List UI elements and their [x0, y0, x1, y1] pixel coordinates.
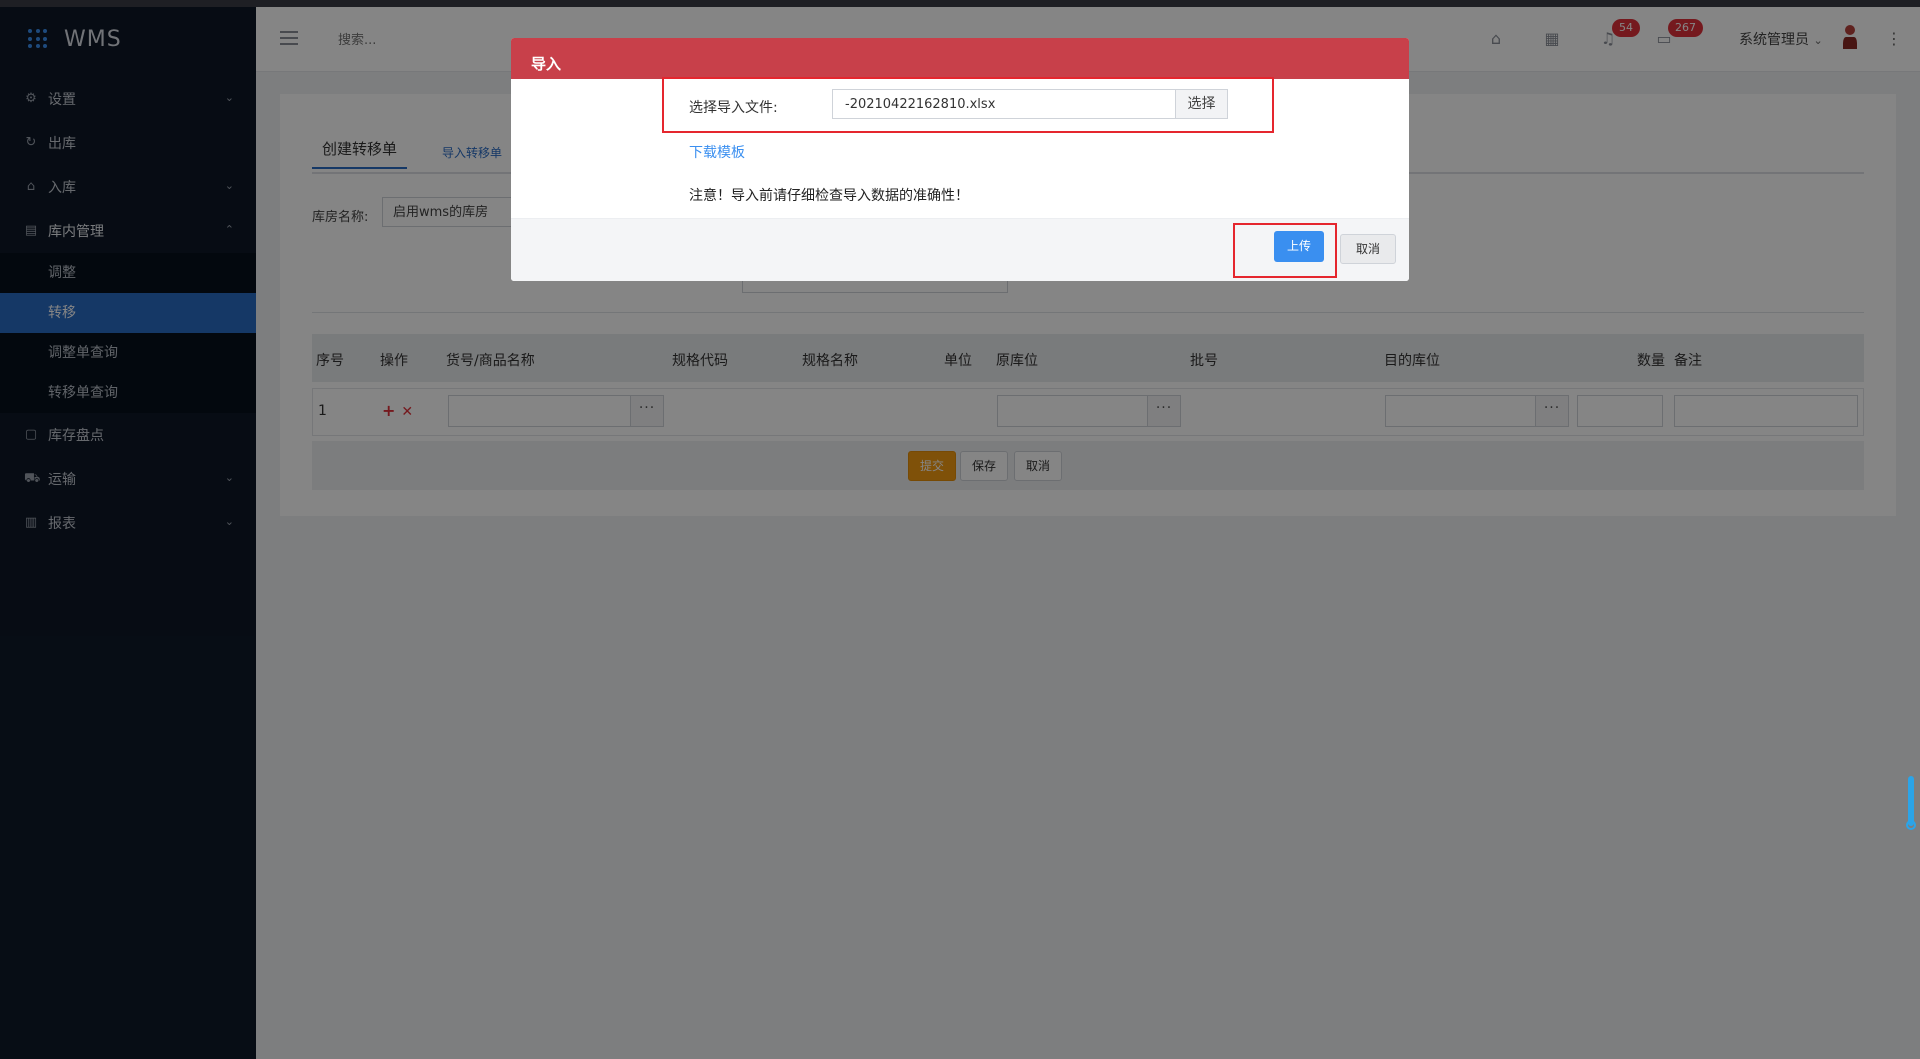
upload-highlight-box — [1233, 223, 1337, 278]
modal-cancel-button[interactable]: 取消 — [1340, 234, 1396, 264]
file-highlight-box — [662, 77, 1274, 133]
download-template-link[interactable]: 下载模板 — [689, 142, 745, 162]
scrollbar[interactable] — [1906, 776, 1916, 830]
modal-title: 导入 — [511, 38, 1409, 79]
import-note: 注意！导入前请仔细检查导入数据的准确性！ — [689, 188, 969, 204]
